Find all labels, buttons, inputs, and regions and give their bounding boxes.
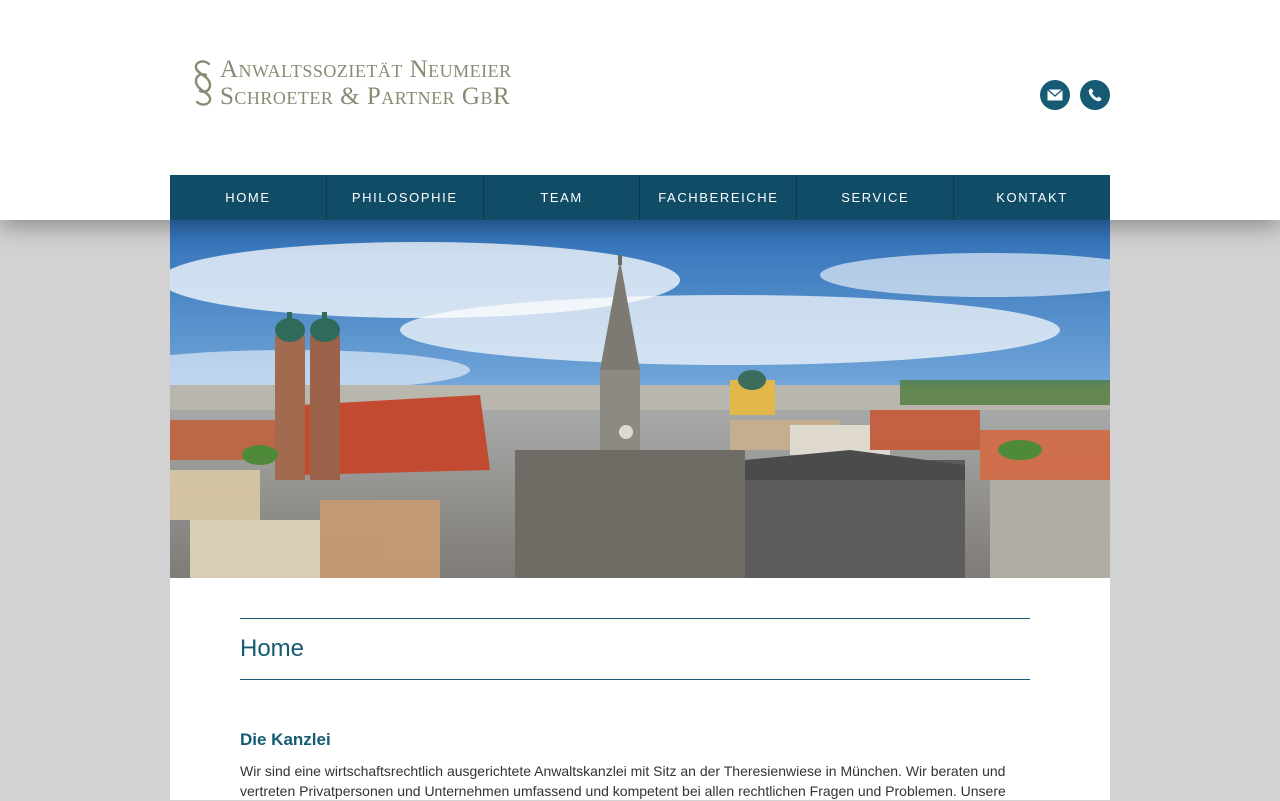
hero-image: [170, 220, 1110, 578]
munich-skyline-illustration: [170, 220, 1110, 578]
nav-item-philosophie[interactable]: PHILOSOPHIE: [327, 175, 484, 220]
phone-icon: [1088, 88, 1102, 102]
site-logo[interactable]: Anwaltssozietät Neumeier Schroeter & Par…: [190, 55, 512, 111]
nav-item-team[interactable]: TEAM: [484, 175, 641, 220]
firm-name-line-2: Schroeter & Partner GbR: [220, 83, 511, 110]
main-navigation: HOME PHILOSOPHIE TEAM FACHBEREICHE SERVI…: [170, 175, 1110, 220]
nav-item-kontakt[interactable]: KONTAKT: [954, 175, 1110, 220]
page-title: Home: [240, 635, 305, 662]
main-content: Home Die Kanzlei Wir sind eine wirtschaf…: [170, 578, 1110, 800]
nav-item-service[interactable]: SERVICE: [797, 175, 955, 220]
intro-paragraph: Wir sind eine wirtschaftsrechtlich ausge…: [240, 763, 1006, 799]
nav-item-fachbereiche[interactable]: FACHBEREICHE: [640, 175, 798, 220]
title-rule-bottom: [240, 679, 1030, 680]
nav-item-home[interactable]: HOME: [170, 175, 327, 220]
firm-name-line-1: Anwaltssozietät Neumeier: [220, 56, 512, 83]
section-title: Die Kanzlei: [240, 730, 331, 749]
title-rule-top: [240, 618, 1030, 619]
firm-name: Anwaltssozietät Neumeier Schroeter & Par…: [220, 56, 512, 110]
site-header: Anwaltssozietät Neumeier Schroeter & Par…: [0, 0, 1280, 220]
phone-button[interactable]: [1080, 80, 1110, 110]
section-sign-logo-icon: [194, 60, 212, 106]
mail-icon: [1047, 89, 1063, 101]
email-button[interactable]: [1040, 80, 1070, 110]
